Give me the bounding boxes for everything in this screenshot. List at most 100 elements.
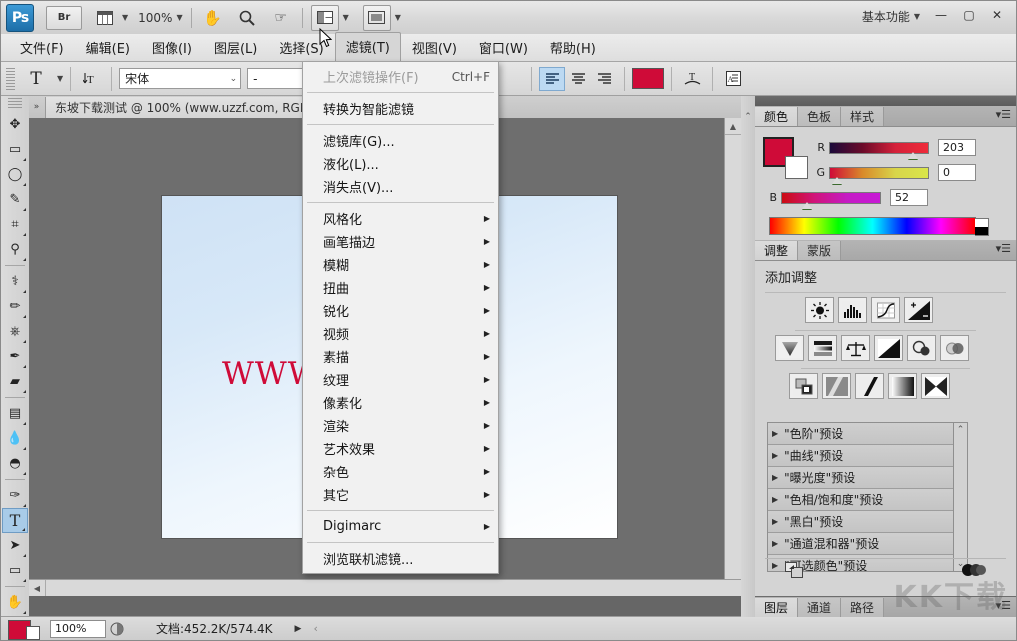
tool-flyout-indicator-icon[interactable] — [20, 158, 26, 161]
brush-tool[interactable]: ✏ — [2, 294, 28, 319]
submenu-arrow-icon[interactable]: ▶ — [466, 214, 490, 223]
submenu-arrow-icon[interactable]: ▶ — [466, 490, 490, 499]
preset-expand-triangle-icon[interactable]: ▶ — [772, 539, 778, 548]
filter-menu-item[interactable]: 像素化▶ — [303, 391, 498, 414]
text-color-swatch[interactable] — [632, 68, 664, 89]
tool-flyout-indicator-icon[interactable] — [20, 390, 26, 393]
filter-menu-item[interactable]: 锐化▶ — [303, 299, 498, 322]
submenu-arrow-icon[interactable]: ▶ — [466, 444, 490, 453]
layers-panel-menu-icon[interactable]: ▾☰ — [996, 601, 1011, 611]
adjustments-panel-menu-icon[interactable]: ▾☰ — [996, 244, 1011, 254]
text-orientation-icon[interactable]: T — [78, 67, 104, 91]
color-value-G[interactable]: 0 — [938, 164, 976, 181]
black-white-icon[interactable] — [874, 335, 903, 361]
preset-item[interactable]: ▶"曲线"预设 — [768, 445, 954, 467]
arrange-chevron-icon[interactable]: ▼ — [343, 13, 349, 22]
adjustments-panel-tab-0[interactable]: 调整 — [755, 241, 798, 260]
path-selection-tool[interactable]: ➤ — [2, 533, 28, 558]
panels-dock-header[interactable] — [755, 96, 1016, 106]
status-color-swatches[interactable] — [8, 620, 38, 638]
zoom-tool-icon[interactable] — [234, 5, 260, 31]
color-slider-G[interactable]: G0 — [811, 162, 1008, 183]
color-background-swatch[interactable] — [785, 156, 808, 179]
font-family-chevron-icon[interactable]: ⌄ — [226, 74, 238, 84]
color-slider-R[interactable]: R203 — [811, 137, 1008, 158]
posterize-icon[interactable] — [822, 373, 851, 399]
launch-bridge-button[interactable]: Br — [46, 6, 82, 30]
menu-5[interactable]: 滤镜(T) — [335, 32, 401, 63]
align-center-button[interactable] — [565, 67, 591, 91]
rotate-view-tool-icon[interactable]: ☞ — [268, 5, 294, 31]
submenu-arrow-icon[interactable]: ▶ — [466, 260, 490, 269]
scroll-left-arrow-icon[interactable]: ◀ — [29, 580, 46, 596]
menu-3[interactable]: 图层(L) — [203, 33, 268, 63]
gradient-tool[interactable]: ▤ — [2, 401, 28, 426]
status-background-swatch[interactable] — [26, 626, 40, 640]
menu-2[interactable]: 图像(I) — [141, 33, 203, 63]
photo-filter-icon[interactable] — [907, 335, 936, 361]
eraser-tool[interactable]: ▰ — [2, 369, 28, 394]
color-slider-B[interactable]: B52 — [763, 187, 1008, 208]
healing-brush-tool[interactable]: ⚕ — [2, 269, 28, 294]
menu-1[interactable]: 编辑(E) — [75, 33, 141, 63]
tool-flyout-indicator-icon[interactable] — [20, 258, 26, 261]
hue-saturation-icon[interactable] — [808, 335, 837, 361]
hand-tool[interactable]: ✋ — [2, 590, 28, 615]
move-tool[interactable]: ✥ — [2, 112, 28, 137]
warp-text-icon[interactable]: T — [679, 67, 705, 91]
color-panel-swatches[interactable] — [763, 137, 805, 177]
color-value-R[interactable]: 203 — [938, 139, 976, 156]
color-slider-thumb-B[interactable] — [802, 202, 812, 209]
filter-menu-item[interactable]: 滤镜库(G)... — [303, 129, 498, 152]
tool-flyout-indicator-icon[interactable] — [20, 315, 26, 318]
menu-8[interactable]: 帮助(H) — [539, 33, 607, 63]
tool-flyout-indicator-icon[interactable] — [20, 365, 26, 368]
lasso-tool[interactable]: ◯ — [2, 162, 28, 187]
color-panel-tab-0[interactable]: 颜色 — [755, 107, 798, 126]
selective-color-icon[interactable] — [921, 373, 950, 399]
preset-scroll-up-icon[interactable]: ⌃ — [957, 425, 965, 435]
filter-menu-item[interactable]: 纹理▶ — [303, 368, 498, 391]
tool-flyout-indicator-icon[interactable] — [20, 472, 26, 475]
invert-icon[interactable] — [789, 373, 818, 399]
canvas-vertical-scrollbar[interactable]: ▲ ▼ — [724, 118, 741, 596]
panel-dock-collapse-strip[interactable]: ⌃ — [741, 96, 756, 617]
threshold-icon[interactable] — [855, 373, 884, 399]
rectangle-tool[interactable]: ▭ — [2, 558, 28, 583]
font-family-select[interactable]: 宋体 ⌄ — [119, 68, 241, 89]
align-left-button[interactable] — [539, 67, 565, 91]
arrange-documents-icon[interactable] — [311, 5, 339, 31]
filter-menu-item[interactable]: 液化(L)... — [303, 152, 498, 175]
tool-flyout-indicator-icon[interactable] — [20, 233, 26, 236]
scroll-up-arrow-icon[interactable]: ▲ — [725, 118, 741, 135]
screen-mode-chevron-icon[interactable]: ▼ — [395, 13, 401, 22]
minimize-button[interactable]: — — [928, 5, 954, 25]
channel-mixer-icon[interactable] — [940, 335, 969, 361]
canvas-horizontal-scrollbar[interactable]: ◀ — [29, 579, 741, 596]
return-to-adjustment-list-icon[interactable] — [785, 562, 803, 581]
tool-flyout-indicator-icon[interactable] — [20, 447, 26, 450]
filter-menu-item[interactable]: Digimarc▶ — [303, 515, 498, 538]
clip-to-layer-icon[interactable] — [960, 563, 986, 580]
filter-menu-item[interactable]: 素描▶ — [303, 345, 498, 368]
filter-menu-item[interactable]: 转换为智能滤镜 — [303, 97, 498, 120]
submenu-arrow-icon[interactable]: ▶ — [466, 329, 490, 338]
color-slider-track-R[interactable] — [829, 142, 929, 154]
status-expand-arrow-icon[interactable]: ▶ — [295, 624, 302, 634]
view-extras-chevron-icon[interactable]: ▼ — [122, 13, 128, 22]
layers-panel-tab-0[interactable]: 图层 — [755, 598, 798, 617]
tool-flyout-indicator-icon[interactable] — [20, 611, 26, 614]
preset-expand-triangle-icon[interactable]: ▶ — [772, 473, 778, 482]
screen-mode-icon[interactable] — [363, 5, 391, 31]
filter-menu-item[interactable]: 消失点(V)... — [303, 175, 498, 198]
color-balance-icon[interactable] — [841, 335, 870, 361]
document-tab-grip[interactable]: » — [31, 100, 42, 114]
quick-selection-tool[interactable]: ✎ — [2, 187, 28, 212]
type-tool[interactable]: T — [2, 508, 28, 533]
submenu-arrow-icon[interactable]: ▶ — [466, 421, 490, 430]
color-spectrum-ramp[interactable] — [769, 217, 976, 235]
color-panel-menu-icon[interactable]: ▾☰ — [996, 110, 1011, 120]
submenu-arrow-icon[interactable]: ▶ — [466, 306, 490, 315]
character-panel-icon[interactable]: A — [720, 67, 746, 91]
current-tool-icon[interactable]: T — [19, 67, 53, 91]
